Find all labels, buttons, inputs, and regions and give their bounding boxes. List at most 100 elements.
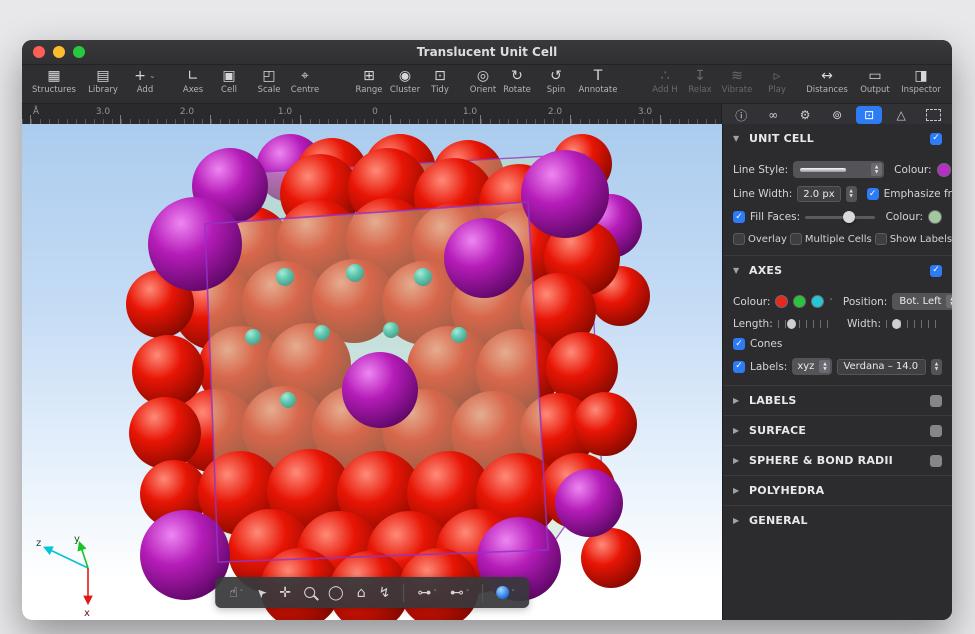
toolbar-item-play[interactable]: ▹Play: [768, 68, 786, 95]
chevron-down-icon[interactable]: ˅: [829, 298, 833, 306]
unit-cell-enabled-checkbox[interactable]: [930, 133, 942, 145]
section-general[interactable]: GENERAL: [723, 505, 952, 535]
axis-label-font-value[interactable]: Verdana – 14.0: [837, 359, 926, 375]
cones-checkbox[interactable]: [733, 338, 745, 350]
line-style-label: Line Style:: [733, 164, 788, 176]
section-checkbox[interactable]: [930, 395, 942, 407]
show-labels-label: Show Labels: [890, 234, 952, 245]
section-checkbox[interactable]: [930, 455, 942, 467]
chevron-down-icon[interactable]: ⌄: [149, 68, 156, 84]
unit-cell-button[interactable]: ⊡: [856, 106, 882, 124]
toolbar-item-add-h[interactable]: ∴Add H: [652, 68, 678, 95]
disclosure-triangle-icon[interactable]: [733, 266, 743, 275]
section-labels[interactable]: LABELS: [723, 385, 952, 415]
section-polyhedra[interactable]: POLYHEDRA: [723, 475, 952, 505]
multiple-cells-checkbox[interactable]: [790, 233, 802, 245]
toolbar-item-relax[interactable]: ↧Relax: [688, 68, 711, 95]
fill-faces-row: Fill Faces: Colour:: [723, 210, 952, 224]
orbit-button[interactable]: ⊚: [824, 106, 850, 124]
fill-faces-checkbox[interactable]: [733, 211, 745, 223]
section-sphere-bond-radii[interactable]: SPHERE & BOND RADII: [723, 445, 952, 475]
viewport[interactable]: z y x ☝˅➤✛◯⌂↯⊶˅⊷˅˅: [22, 124, 722, 620]
info-button[interactable]: ⓘ: [728, 106, 754, 124]
polygon-select-tool[interactable]: ⌂: [357, 585, 366, 601]
zoom-tool[interactable]: [304, 587, 315, 598]
line-width-value[interactable]: 2.0 px: [797, 186, 840, 202]
toolbar-item-structures[interactable]: ▦Structures: [32, 68, 76, 95]
section-unit-cell[interactable]: UNIT CELL: [723, 124, 952, 153]
axes-colour-label: Colour:: [733, 296, 770, 308]
model-tools-button[interactable]: ⚙: [792, 106, 818, 124]
disclosure-triangle-icon[interactable]: [733, 396, 743, 405]
x-axis-colour-well[interactable]: [775, 295, 788, 308]
close-button[interactable]: [33, 46, 45, 58]
toolbar-item-spin[interactable]: ↺Spin: [547, 68, 566, 95]
axis-label-set-dropdown[interactable]: xyz: [792, 358, 832, 375]
axes-width-slider[interactable]: [886, 320, 942, 328]
labels-checkbox[interactable]: [733, 361, 745, 373]
toolbar-item-axes[interactable]: ∟Axes: [183, 68, 203, 95]
section-axes[interactable]: AXES: [723, 255, 952, 285]
lasso-tool-icon: ◯: [328, 585, 344, 601]
toolbar-item-vibrate[interactable]: ≋Vibrate: [722, 68, 753, 95]
ruler-label: 3.0: [96, 107, 110, 117]
select-tool[interactable]: ➤: [256, 586, 266, 600]
emphasize-front-checkbox[interactable]: [867, 188, 879, 200]
atoms-bonds-button[interactable]: ∞: [760, 106, 786, 124]
disclosure-triangle-icon[interactable]: [733, 134, 743, 143]
selection-marquee-button[interactable]: [920, 106, 946, 124]
zoom-button[interactable]: [73, 46, 85, 58]
toolbar-item-rotate[interactable]: ↻Rotate: [503, 68, 531, 95]
toolbar-item-output[interactable]: ▭Output: [860, 68, 890, 95]
fill-colour-well[interactable]: [928, 210, 942, 224]
pan-tool[interactable]: ☝˅: [229, 585, 243, 601]
toolbar-item-add[interactable]: +⌄Add: [134, 68, 155, 95]
minimize-button[interactable]: [53, 46, 65, 58]
selection-marquee-icon: [926, 109, 941, 121]
bond-tool[interactable]: ⊶˅: [417, 585, 437, 601]
axes-length-slider[interactable]: [778, 320, 834, 328]
z-axis-colour-well[interactable]: [811, 295, 824, 308]
toolbar-item-cell[interactable]: ▣Cell: [221, 68, 237, 95]
move-tool[interactable]: ✛: [279, 585, 291, 601]
toolbar-item-annotate[interactable]: TAnnotate: [579, 68, 618, 95]
show-labels-checkbox[interactable]: [875, 233, 887, 245]
lasso-tool[interactable]: ◯: [328, 585, 344, 601]
ruler-label: 2.0: [548, 107, 562, 117]
toolbar-item-orient[interactable]: ◎Orient: [470, 68, 497, 95]
toolbar-item-tidy[interactable]: ⊡Tidy: [431, 68, 449, 95]
toolbar-item-label: Range: [356, 85, 383, 95]
fill-opacity-slider[interactable]: [805, 216, 875, 219]
font-size-stepper[interactable]: [931, 359, 942, 375]
cell-toggles-row: Overlay Multiple Cells Show Labels: [723, 233, 952, 245]
toolbar-item-scale[interactable]: ◰Scale: [258, 68, 281, 95]
add-atom-tool[interactable]: ˅: [496, 586, 515, 599]
axes-enabled-checkbox[interactable]: [930, 265, 942, 277]
overlay-checkbox[interactable]: [733, 233, 745, 245]
line-width-stepper[interactable]: [846, 186, 857, 202]
title-bar[interactable]: Translucent Unit Cell: [22, 40, 952, 65]
toolbar-item-library[interactable]: ▤Library: [88, 68, 118, 95]
bond-network-tool[interactable]: ⊷˅: [450, 585, 470, 601]
polyhedra-button[interactable]: △: [888, 106, 914, 124]
wand-tool[interactable]: ↯: [379, 585, 391, 601]
toolbar-item-cluster[interactable]: ◉Cluster: [390, 68, 420, 95]
line-style-dropdown[interactable]: [793, 161, 884, 178]
toolbar-item-centre[interactable]: ⌖Centre: [291, 68, 319, 95]
length-label: Length:: [733, 318, 773, 330]
toolbar-item-distances[interactable]: ↔Distances: [806, 68, 848, 95]
z-axis-label: z: [36, 538, 41, 549]
toolbar-item-range[interactable]: ⊞Range: [356, 68, 383, 95]
disclosure-triangle-icon[interactable]: [733, 426, 743, 435]
line-colour-well[interactable]: [937, 163, 951, 177]
toolbar-item-inspector[interactable]: ◨Inspector: [901, 68, 941, 95]
section-checkbox[interactable]: [930, 425, 942, 437]
viewport-tool-palette: ☝˅ ➤ ✛ ◯ ⌂ ↯ ⊶˅ ⊷˅ ˅: [215, 577, 529, 608]
disclosure-triangle-icon[interactable]: [733, 456, 743, 465]
position-dropdown[interactable]: Bot. Left: [892, 293, 952, 310]
y-axis-colour-well[interactable]: [793, 295, 806, 308]
section-surface[interactable]: SURFACE: [723, 415, 952, 445]
disclosure-triangle-icon[interactable]: [733, 516, 743, 525]
viewport-canvas[interactable]: [22, 124, 722, 620]
disclosure-triangle-icon[interactable]: [733, 486, 743, 495]
